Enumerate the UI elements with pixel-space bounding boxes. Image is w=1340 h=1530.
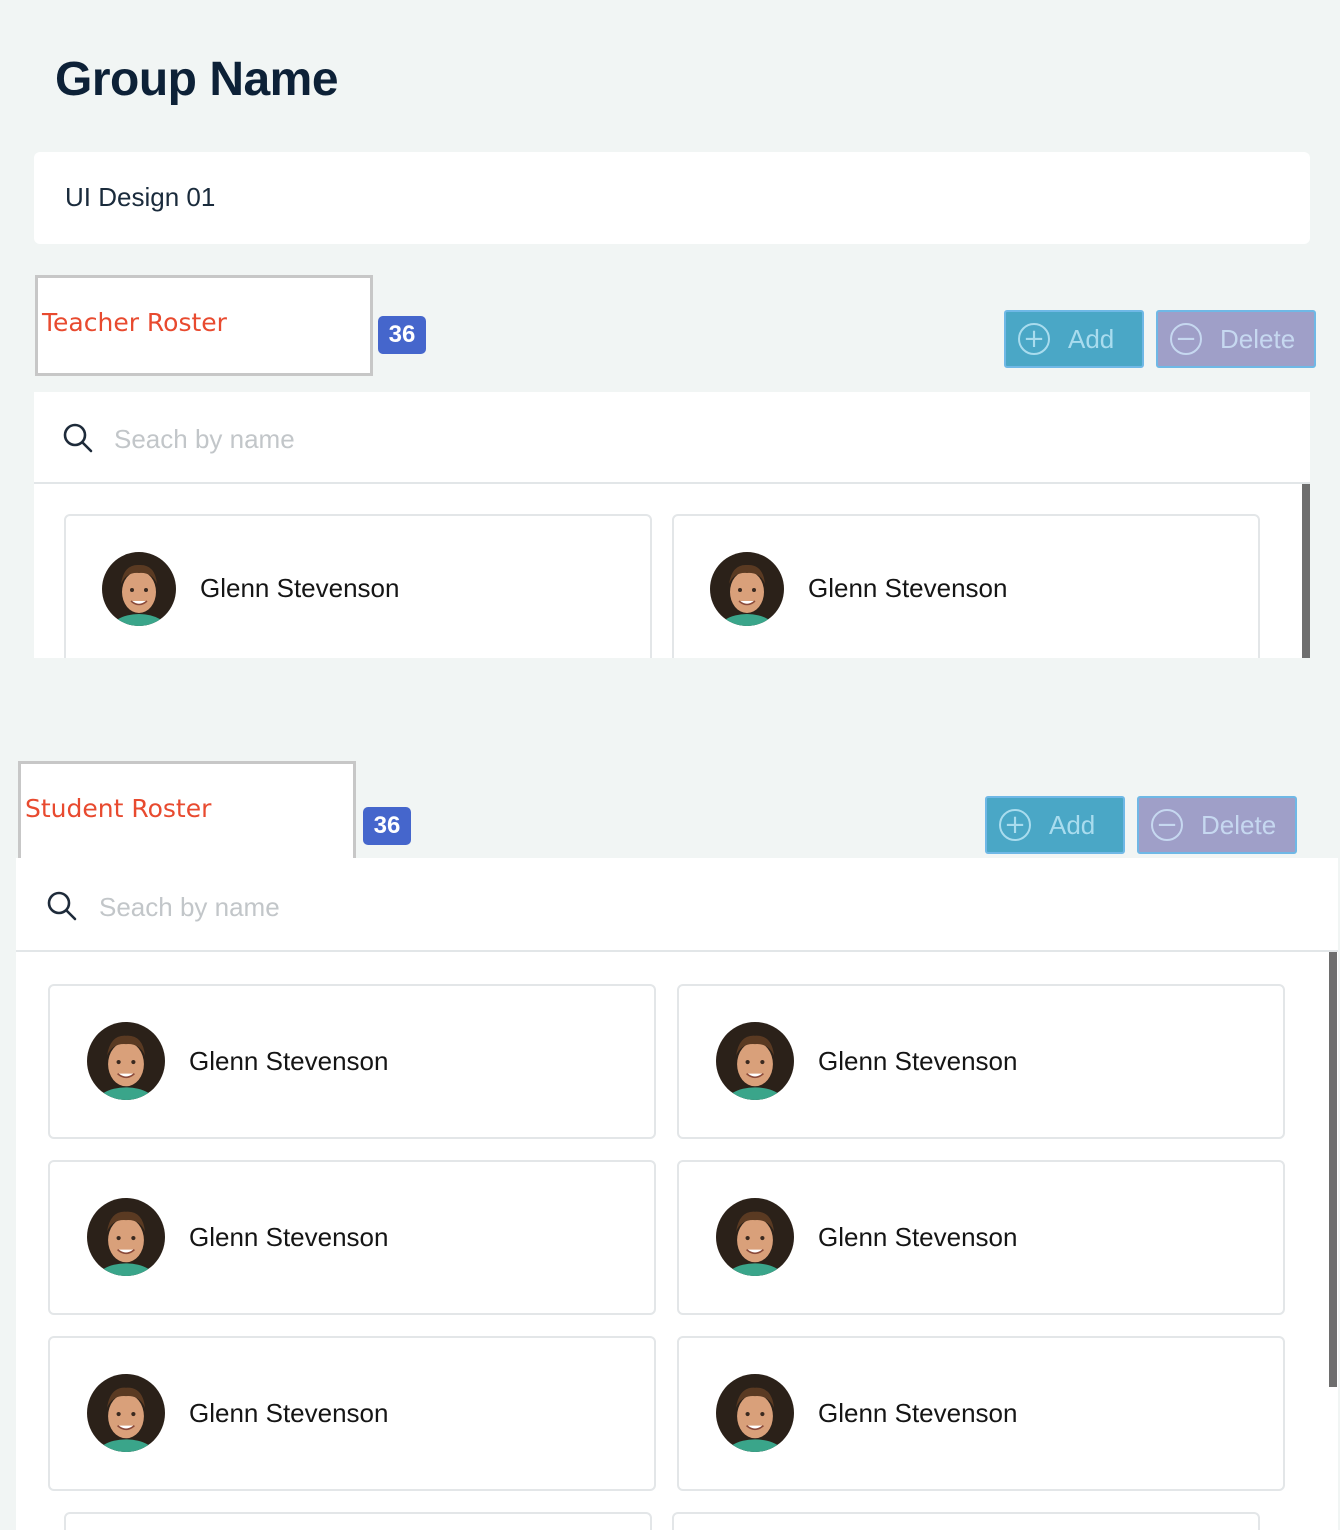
member-name: Glenn Stevenson	[818, 1398, 1018, 1428]
member-name: Glenn Stevenson	[808, 573, 1008, 603]
teacher-search-input[interactable]	[112, 420, 716, 458]
teacher-delete-button[interactable]: − Delete	[1156, 310, 1316, 368]
teacher-card[interactable]: Glenn Stevenson	[64, 514, 652, 658]
user-avatar	[87, 1198, 165, 1276]
plus-circle-icon: +	[999, 809, 1031, 841]
user-avatar	[710, 552, 784, 626]
student-roster-label-box: Student Roster	[18, 761, 356, 862]
plus-circle-icon: +	[1018, 323, 1050, 355]
student-roster-label: Student Roster	[25, 794, 212, 823]
user-avatar	[716, 1198, 794, 1276]
teacher-delete-label: Delete	[1220, 323, 1296, 354]
student-card[interactable]: Glenn Stevenson	[677, 984, 1285, 1139]
teacher-search-bar	[34, 392, 1310, 484]
page-title: Group Name	[55, 53, 339, 106]
teacher-list: Glenn Stevenson Glenn Stevenson	[34, 484, 1310, 658]
student-add-label: Add	[1049, 809, 1096, 840]
user-avatar	[102, 552, 176, 626]
student-search-bar	[16, 858, 1338, 952]
teacher-add-label: Add	[1068, 323, 1115, 354]
student-card[interactable]: Glenn Stevenson	[677, 1160, 1285, 1315]
member-name: Glenn Stevenson	[818, 1046, 1018, 1076]
student-list-scrollbar[interactable]	[1329, 952, 1337, 1387]
student-count-badge: 36	[363, 807, 411, 845]
student-card[interactable]: Glenn Stevenson	[677, 1336, 1285, 1491]
user-avatar	[87, 1374, 165, 1452]
group-name-value: UI Design 01	[65, 182, 216, 212]
student-delete-button[interactable]: − Delete	[1137, 796, 1297, 854]
student-card[interactable]: Glenn Stevenson	[48, 1336, 656, 1491]
teacher-list-scrollbar[interactable]	[1302, 484, 1310, 658]
teacher-count-badge: 36	[378, 316, 426, 354]
student-search-input[interactable]	[97, 888, 701, 926]
search-icon	[63, 423, 93, 453]
user-avatar	[716, 1374, 794, 1452]
teacher-add-button[interactable]: + Add	[1004, 310, 1144, 368]
member-name: Glenn Stevenson	[189, 1222, 389, 1252]
member-name: Glenn Stevenson	[818, 1222, 1018, 1252]
member-name: Glenn Stevenson	[189, 1398, 389, 1428]
teacher-card[interactable]: Glenn Stevenson	[672, 514, 1260, 658]
student-delete-label: Delete	[1201, 809, 1277, 840]
teacher-roster-label: Teacher Roster	[42, 308, 227, 337]
group-name-field[interactable]: UI Design 01	[34, 152, 1310, 244]
student-card[interactable]: Glenn Stevenson	[48, 1160, 656, 1315]
minus-circle-icon: −	[1151, 809, 1183, 841]
member-name: Glenn Stevenson	[200, 573, 400, 603]
member-name: Glenn Stevenson	[189, 1046, 389, 1076]
student-card-partial[interactable]	[64, 1512, 652, 1530]
student-card[interactable]: Glenn Stevenson	[48, 984, 656, 1139]
student-card-partial[interactable]	[672, 1512, 1260, 1530]
student-list: Glenn Stevenson Glenn Stevenson Glenn St…	[16, 952, 1338, 1530]
teacher-roster-label-box: Teacher Roster	[35, 275, 373, 376]
user-avatar	[87, 1022, 165, 1100]
minus-circle-icon: −	[1170, 323, 1202, 355]
user-avatar	[716, 1022, 794, 1100]
student-add-button[interactable]: + Add	[985, 796, 1125, 854]
search-icon	[47, 891, 77, 921]
